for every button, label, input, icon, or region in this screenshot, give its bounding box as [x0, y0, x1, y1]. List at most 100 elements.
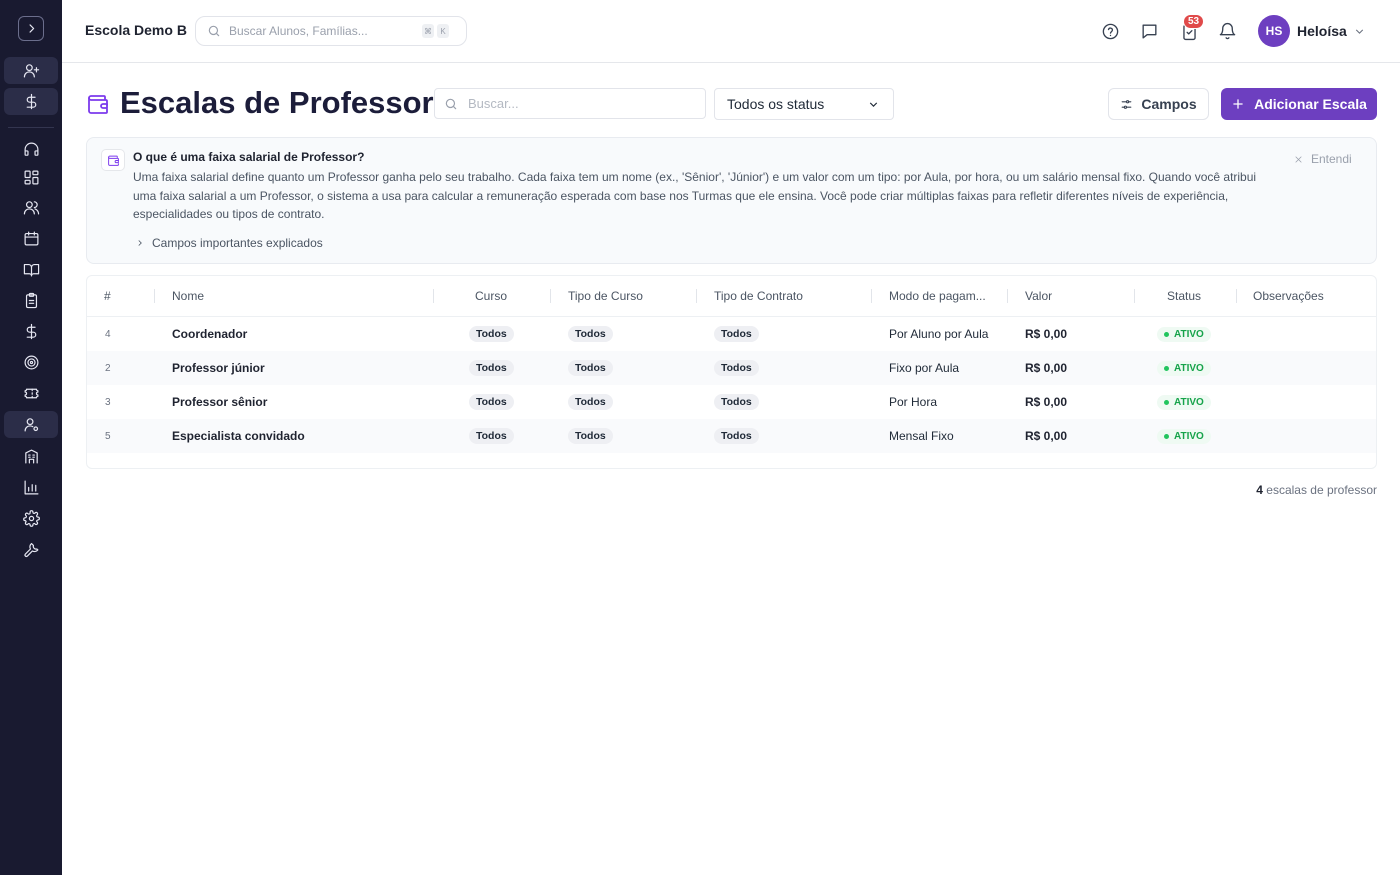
help-button[interactable]	[1099, 20, 1121, 42]
results-count-label: escalas de professor	[1266, 483, 1377, 497]
status-label: ATIVO	[1174, 396, 1204, 408]
course-type-badge: Todos	[568, 326, 613, 342]
search-icon	[208, 25, 220, 37]
row-value: R$ 0,00	[1025, 327, 1068, 341]
column-header-value[interactable]: Valor	[1025, 289, 1052, 303]
expand-sidebar-button[interactable]	[18, 16, 44, 41]
sidebar-item-tools[interactable]	[4, 536, 58, 563]
status-label: ATIVO	[1174, 430, 1204, 442]
sidebar-item-settings[interactable]	[4, 505, 58, 532]
info-expand-link[interactable]: Campos importantes explicados	[135, 236, 323, 250]
chevron-right-icon	[28, 24, 34, 33]
sidebar-item-support[interactable]	[4, 136, 58, 163]
column-header-id[interactable]: #	[104, 289, 111, 303]
clipboard-icon	[25, 292, 37, 309]
sidebar-item-tickets[interactable]	[4, 380, 58, 407]
row-name[interactable]: Coordenador	[172, 317, 247, 351]
add-scale-button-label: Adicionar Escala	[1254, 96, 1367, 112]
column-header-name[interactable]: Nome	[172, 289, 204, 303]
column-header-status[interactable]: Status	[1167, 289, 1201, 303]
sidebar-item-school[interactable]	[4, 443, 58, 470]
column-divider	[433, 289, 434, 303]
column-header-contract-type[interactable]: Tipo de Contrato	[714, 289, 803, 303]
avatar[interactable]: HS	[1258, 15, 1290, 47]
row-value: R$ 0,00	[1025, 429, 1068, 443]
bell-icon	[1219, 22, 1235, 39]
sidebar-item-finance[interactable]	[4, 318, 58, 345]
topbar: Escola Demo B ⌘ K 53 HS Heloísa	[62, 0, 1400, 63]
course-type-badge: Todos	[568, 360, 613, 376]
row-payment-mode: Por Hora	[889, 395, 938, 409]
contract-type-badge: Todos	[714, 360, 759, 376]
status-filter-select[interactable]: Todos os status	[714, 88, 894, 120]
chevron-down-icon	[1355, 29, 1364, 34]
info-panel: O que é uma faixa salarial de Professor?…	[86, 137, 1377, 264]
row-name[interactable]: Especialista convidado	[172, 419, 305, 453]
table-row[interactable]: 5 Especialista convidado Todos Todos Tod…	[87, 419, 1376, 453]
global-search[interactable]: ⌘ K	[195, 16, 467, 46]
user-name[interactable]: Heloísa	[1297, 23, 1347, 39]
notification-badge: 53	[1183, 14, 1205, 29]
column-header-course-type[interactable]: Tipo de Curso	[568, 289, 643, 303]
school-name[interactable]: Escola Demo B	[85, 22, 187, 38]
course-badge: Todos	[469, 326, 514, 342]
results-count-number: 4	[1256, 483, 1263, 497]
sidebar-item-teachers[interactable]	[4, 411, 58, 438]
column-header-notes[interactable]: Observações	[1253, 289, 1324, 303]
sidebar-item-attendance[interactable]	[4, 287, 58, 314]
table-row[interactable]: 3 Professor sênior Todos Todos Todos Por…	[87, 385, 1376, 419]
scales-table: # Nome Curso Tipo de Curso Tipo de Contr…	[86, 275, 1377, 469]
sidebar-item-add-user[interactable]	[4, 57, 58, 84]
headset-icon	[24, 142, 38, 156]
sidebar-item-goals[interactable]	[4, 349, 58, 376]
sidebar-item-dashboard[interactable]	[4, 164, 58, 191]
table-row[interactable]: 4 Coordenador Todos Todos Todos Por Alun…	[87, 317, 1376, 351]
bar-chart-icon	[24, 480, 38, 495]
column-header-course[interactable]: Curso	[475, 289, 507, 303]
target-icon	[24, 355, 38, 370]
page-search[interactable]	[434, 88, 706, 119]
add-scale-button[interactable]: Adicionar Escala	[1221, 88, 1377, 120]
info-dismiss-button[interactable]: Entendi	[1294, 152, 1352, 166]
fields-button[interactable]: Campos	[1108, 88, 1209, 120]
column-divider	[550, 289, 551, 303]
chevron-right-icon	[138, 240, 142, 246]
course-badge: Todos	[469, 428, 514, 444]
course-badge: Todos	[469, 394, 514, 410]
sidebar-item-people[interactable]	[4, 194, 58, 221]
sidebar-item-finance-quick[interactable]	[4, 88, 58, 115]
sidebar-item-calendar[interactable]	[4, 225, 58, 252]
chat-icon	[1141, 23, 1157, 39]
column-header-payment-mode[interactable]: Modo de pagam...	[889, 289, 986, 303]
wallet-icon	[86, 92, 110, 116]
info-body: Uma faixa salarial define quanto um Prof…	[133, 170, 1257, 222]
column-divider	[696, 289, 697, 303]
notifications-button[interactable]	[1216, 20, 1238, 42]
search-icon	[445, 98, 457, 109]
row-id: 3	[105, 396, 111, 408]
messages-button[interactable]	[1138, 20, 1160, 42]
column-divider	[1236, 289, 1237, 303]
global-search-input[interactable]	[229, 24, 419, 38]
row-payment-mode: Mensal Fixo	[889, 429, 954, 443]
results-count: 4 escalas de professor	[1256, 483, 1377, 497]
sidebar-divider	[8, 127, 54, 128]
shortcut-key-k: K	[437, 24, 449, 38]
status-badge: ATIVO	[1157, 394, 1211, 410]
info-dismiss-label: Entendi	[1311, 152, 1352, 166]
wallet-icon	[101, 149, 125, 171]
column-divider	[1007, 289, 1008, 303]
row-id: 2	[105, 362, 111, 374]
table-row[interactable]: 2 Professor júnior Todos Todos Todos Fix…	[87, 351, 1376, 385]
sidebar-item-reports[interactable]	[4, 474, 58, 501]
sliders-icon	[1122, 99, 1132, 109]
page-search-input[interactable]	[468, 96, 688, 111]
course-badge: Todos	[469, 360, 514, 376]
sidebar-item-courses[interactable]	[4, 256, 58, 283]
status-filter-value: Todos os status	[727, 96, 825, 112]
row-name[interactable]: Professor júnior	[172, 351, 265, 385]
column-divider	[871, 289, 872, 303]
row-payment-mode: Fixo por Aula	[889, 361, 960, 375]
user-menu-chevron[interactable]	[1353, 25, 1366, 43]
row-name[interactable]: Professor sênior	[172, 385, 267, 419]
